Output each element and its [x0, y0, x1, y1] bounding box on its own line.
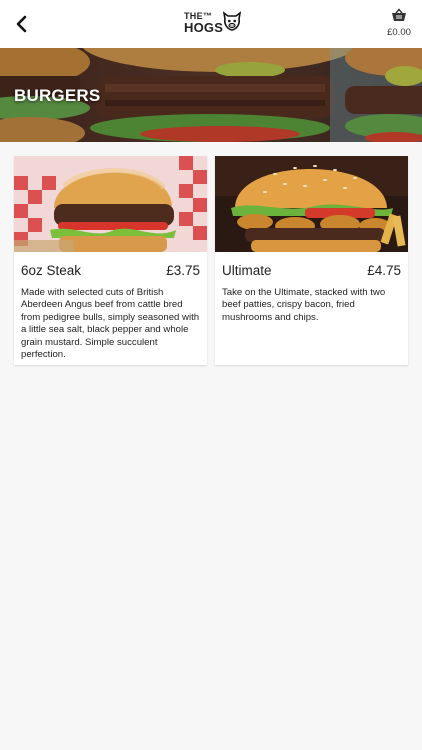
chevron-left-icon: [16, 15, 27, 33]
product-description: Made with selected cuts of British Aberd…: [21, 287, 200, 361]
back-button[interactable]: [10, 12, 34, 36]
product-name: Ultimate: [222, 263, 272, 278]
ultimate-burger-image: [215, 156, 408, 252]
hog-head-icon: [222, 11, 242, 31]
product-card[interactable]: 6oz Steak £3.75 Made with selected cuts …: [14, 156, 207, 365]
product-price: £4.75: [367, 263, 401, 278]
category-banner: BURGERS: [0, 48, 422, 142]
category-title: BURGERS: [14, 86, 101, 105]
logo-text-bottom: HOGS: [184, 20, 224, 35]
the-hogs-logo[interactable]: THE™ HOGS: [184, 10, 244, 38]
product-price: £3.75: [166, 263, 200, 278]
product-name: 6oz Steak: [21, 263, 82, 278]
basket-button[interactable]: £0.00: [384, 8, 414, 40]
steak-burger-image: [14, 156, 207, 252]
basket-total: £0.00: [387, 27, 411, 38]
app-header: THE™ HOGS £0.00: [0, 0, 422, 48]
product-description: Take on the Ultimate, stacked with two b…: [222, 287, 386, 323]
product-card[interactable]: Ultimate £4.75 Take on the Ultimate, sta…: [215, 156, 408, 365]
basket-icon: [392, 8, 406, 21]
